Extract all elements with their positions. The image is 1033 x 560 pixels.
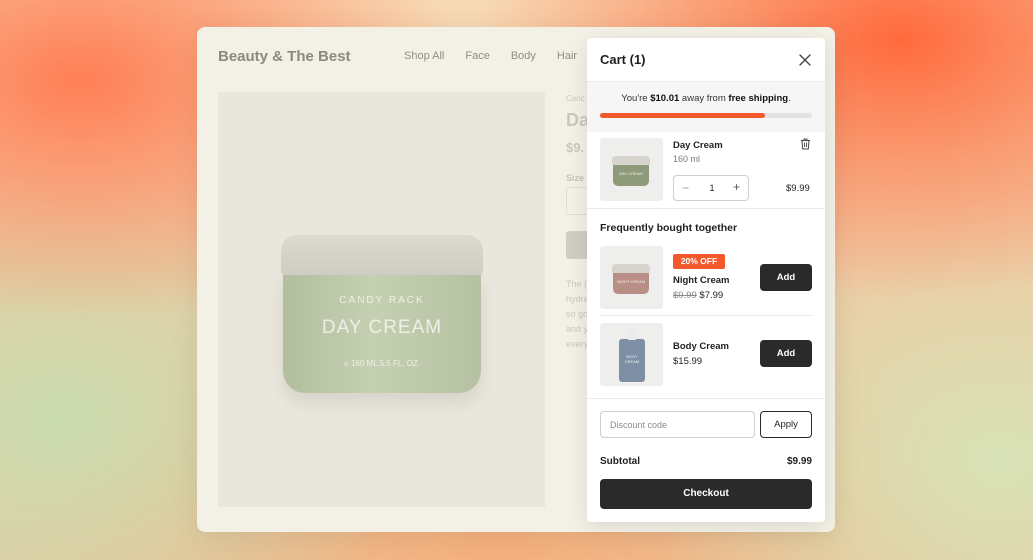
subtotal-value: $9.99 [786, 456, 812, 467]
product-category: Canc [566, 94, 585, 103]
shipping-message: You're $10.01 away from free shipping. [587, 93, 825, 104]
day-cream-jar: CANDY RACK DAY CREAM ℮ 160 ML 5.5 FL. OZ… [281, 235, 483, 395]
recommendation-name[interactable]: Night Cream [673, 275, 729, 286]
recommendation-thumbnail[interactable]: NIGHT CREAM [600, 246, 663, 309]
shipping-prefix: You're [621, 93, 651, 104]
cart-title: Cart (1) [600, 52, 646, 67]
jar-name: DAY CREAM [321, 317, 443, 338]
store-brand[interactable]: Beauty & The Best [218, 48, 351, 65]
cart-drawer: Cart (1) You're $10.01 away from free sh… [587, 38, 825, 522]
thumb-label: BODY CREAM [624, 354, 640, 364]
recommendation-thumbnail[interactable]: BODY CREAM [600, 323, 663, 386]
quantity-stepper: − 1 + [673, 175, 749, 201]
mini-jar-body: NIGHT CREAM [613, 272, 649, 294]
product-title: Da [566, 110, 590, 130]
jar-body: CANDY RACK DAY CREAM ℮ 160 ML 5.5 FL. OZ… [283, 271, 481, 393]
thumb-label: DAY CREAM [619, 171, 643, 176]
sale-price: $7.99 [699, 290, 724, 301]
shipping-progress-track [600, 113, 812, 118]
close-icon[interactable] [797, 52, 813, 68]
size-label: Size [566, 173, 585, 183]
add-night-cream-button[interactable]: Add [760, 264, 812, 291]
thumb-label: NIGHT CREAM [617, 279, 645, 284]
nav-item-body[interactable]: Body [511, 50, 536, 62]
discount-badge: 20% OFF [673, 254, 725, 269]
nav-item-face[interactable]: Face [465, 50, 489, 62]
old-price: $9.99 [673, 290, 697, 301]
product-image: CANDY RACK DAY CREAM ℮ 160 ML 5.5 FL. OZ… [218, 92, 545, 507]
product-price: $9. [566, 140, 585, 155]
subtotal-label: Subtotal [600, 456, 640, 467]
bottle-body: BODY CREAM [619, 339, 645, 382]
divider [587, 398, 825, 399]
cart-item-name[interactable]: Day Cream [673, 140, 723, 151]
store-nav: Shop All Face Body Hair [404, 50, 598, 62]
body-cream-bottle: BODY CREAM [619, 330, 645, 382]
shipping-progress-fill [600, 113, 766, 118]
trash-icon[interactable] [800, 138, 811, 150]
mini-jar-lid [612, 156, 650, 165]
free-shipping-banner: You're $10.01 away from free shipping. [587, 82, 825, 132]
bottle-pump [628, 330, 636, 340]
divider [587, 208, 825, 209]
night-cream-thumb-jar: NIGHT CREAM [612, 264, 650, 294]
shipping-suffix: . [788, 93, 791, 104]
divider [600, 315, 812, 316]
nav-item-hair[interactable]: Hair [557, 50, 577, 62]
recommendation-price: $15.99 [673, 356, 703, 367]
jar-lid [281, 235, 483, 275]
mini-jar-body: DAY CREAM [613, 164, 649, 186]
fbt-title: Frequently bought together [600, 222, 738, 234]
cart-item-thumbnail[interactable]: DAY CREAM [600, 138, 663, 201]
recommendation-name[interactable]: Body Cream [673, 341, 729, 352]
cart-item-price: $9.99 [786, 183, 810, 194]
discount-code-input[interactable] [600, 411, 755, 438]
apply-button[interactable]: Apply [760, 411, 812, 438]
add-body-cream-button[interactable]: Add [760, 340, 812, 367]
plus-icon[interactable]: + [733, 180, 740, 194]
nav-item-shop-all[interactable]: Shop All [404, 50, 444, 62]
jar-brand: CANDY RACK [339, 295, 425, 306]
day-cream-thumb-jar: DAY CREAM [612, 156, 650, 186]
shipping-goal: free shipping [728, 93, 789, 104]
jar-volume: ℮ 160 ML 5.5 FL. OZ. [343, 359, 421, 368]
checkout-button[interactable]: Checkout [600, 479, 812, 509]
mini-jar-lid [612, 264, 650, 273]
shipping-middle: away from [679, 93, 729, 104]
shipping-amount: $10.01 [650, 93, 680, 104]
recommendation-price-row: $9.99 $7.99 [673, 290, 723, 301]
cart-item-size: 160 ml [673, 154, 701, 164]
